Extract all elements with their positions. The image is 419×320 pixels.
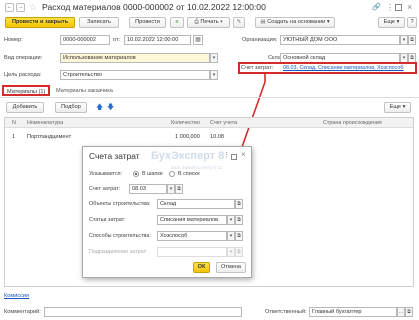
table-more-button[interactable]: Еще ▾ bbox=[384, 102, 411, 113]
open-icon[interactable]: ⧉ bbox=[175, 184, 183, 194]
chevron-down-icon[interactable]: ▾ bbox=[167, 184, 175, 194]
maximize-icon[interactable] bbox=[231, 154, 237, 160]
col-country: Страна происхождения bbox=[323, 120, 382, 126]
dialog-watermark: БухЭксперт 8 bbox=[151, 150, 225, 162]
move-down-icon[interactable]: 🡇 bbox=[107, 103, 114, 112]
cancel-button[interactable]: Отмена bbox=[216, 262, 246, 273]
dept-label: Подразделение затрат: bbox=[89, 249, 148, 255]
col-n: N bbox=[12, 120, 16, 126]
responsible-label: Ответственный: bbox=[265, 309, 307, 315]
commission-link[interactable]: Комиссия bbox=[4, 293, 29, 299]
cell-item: Портландцемент bbox=[27, 134, 72, 140]
dialog-title: Счета затрат bbox=[89, 151, 140, 161]
radio-list-label: В списке bbox=[178, 171, 200, 177]
open-icon[interactable]: ⧉ bbox=[405, 307, 413, 317]
select-icon[interactable]: … bbox=[397, 307, 405, 317]
cell-qty: 1 000,000 bbox=[175, 134, 200, 140]
col-account: Счет учета bbox=[210, 120, 238, 126]
more-vertical-icon[interactable]: ⋮ bbox=[223, 151, 230, 159]
open-icon[interactable]: ⧉ bbox=[235, 199, 243, 209]
radio-list[interactable] bbox=[169, 171, 175, 177]
cell-n: 1 bbox=[12, 134, 16, 140]
close-icon[interactable]: × bbox=[241, 150, 246, 159]
chevron-down-icon[interactable]: ▾ bbox=[227, 231, 235, 241]
cost-accounts-dialog: Счета затрат БухЭксперт 8 База знаний по… bbox=[82, 146, 252, 278]
open-icon[interactable]: ⧉ bbox=[235, 215, 243, 225]
dialog-account-field[interactable]: 08.03 bbox=[129, 184, 167, 194]
tab-materials[interactable]: Материалы (1) bbox=[2, 85, 51, 96]
radio-header[interactable] bbox=[133, 171, 139, 177]
cell-account: 10.08 bbox=[210, 134, 224, 140]
chevron-down-icon[interactable]: ▾ bbox=[227, 215, 235, 225]
responsible-field[interactable]: Главный бухгалтер bbox=[309, 307, 397, 317]
move-up-icon[interactable]: 🡅 bbox=[96, 103, 103, 112]
col-item: Номенклатура bbox=[27, 120, 64, 126]
table-more-label: Еще bbox=[389, 104, 401, 110]
ok-button[interactable]: ОК bbox=[193, 262, 210, 273]
dialog-watermark-sub: База знаний по учету в 1С bbox=[171, 165, 223, 170]
method-field[interactable]: Хозспособ bbox=[157, 231, 227, 241]
comment-label: Комментарий: bbox=[4, 309, 41, 315]
object-field[interactable]: Склад bbox=[157, 199, 235, 209]
add-button[interactable]: Добавить bbox=[6, 102, 44, 113]
pick-button[interactable]: Подбор bbox=[55, 102, 87, 113]
dept-field bbox=[157, 247, 227, 257]
tabs-baseline bbox=[0, 97, 419, 98]
method-label: Способы строительства: bbox=[89, 233, 151, 239]
open-icon[interactable]: ⧉ bbox=[235, 231, 243, 241]
cost-item-field[interactable]: Списания материалов bbox=[157, 215, 227, 225]
open-icon: ⧉ bbox=[235, 247, 243, 257]
specify-label: Указывается: bbox=[89, 171, 123, 177]
tab-customer-materials[interactable]: Материалы заказчика bbox=[53, 86, 116, 97]
table-row[interactable]: 1 Портландцемент 1 000,000 10.08 bbox=[5, 132, 413, 142]
cost-item-label: Статьи затрат: bbox=[89, 217, 126, 223]
col-qty: Количество bbox=[171, 120, 200, 126]
object-label: Объекты строительства: bbox=[89, 201, 151, 207]
dialog-account-label: Счет затрат: bbox=[89, 186, 121, 192]
chevron-down-icon: ▾ bbox=[227, 247, 235, 257]
chevron-down-icon: ▾ bbox=[402, 104, 406, 110]
radio-header-label: В шапке bbox=[142, 171, 163, 177]
table-header: N Номенклатура Количество Счет учета Стр… bbox=[5, 118, 413, 128]
comment-field[interactable] bbox=[44, 307, 242, 317]
